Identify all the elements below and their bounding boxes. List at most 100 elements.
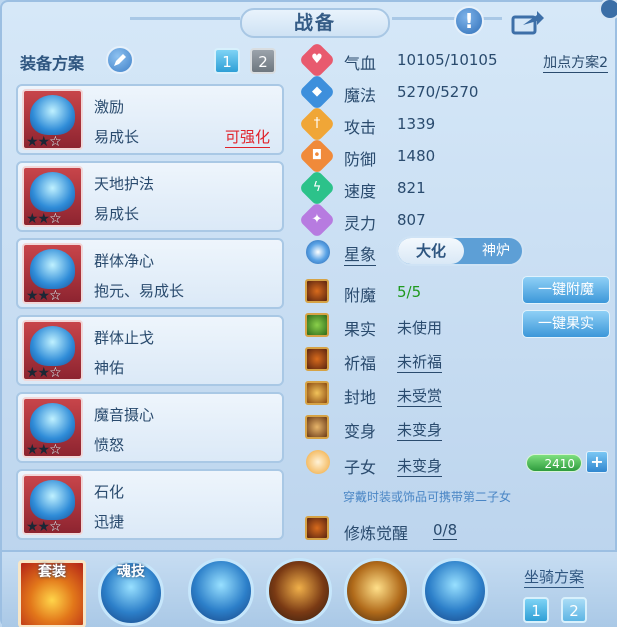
star-rating: ★★☆ — [26, 519, 62, 535]
feature-label: 附魔 — [344, 286, 377, 305]
stat-label: 灵力 — [344, 214, 377, 233]
page-title: 战备 — [240, 8, 390, 38]
toggle-option-dahua[interactable]: 大化 — [398, 238, 464, 264]
stat-value: 1339 — [397, 115, 436, 133]
feature-row-fief: 封地 未受赏 — [302, 378, 614, 412]
feature-row-bless: 祈福 未祈福 — [302, 344, 614, 378]
child-icon — [306, 450, 330, 474]
suit-button[interactable]: 套装 — [18, 560, 86, 627]
feature-label: 祈福 — [344, 354, 377, 373]
equip-list: ★★☆ 激励 易成长 可强化 ★★☆ 天地护法 易成长 ★★☆ 群体净心 抱元、… — [16, 84, 284, 546]
lightning-icon: ϟ — [298, 169, 336, 207]
equip-effect: 神佑 — [94, 359, 125, 377]
plus-icon[interactable]: + — [586, 451, 608, 473]
star-rating: ★★☆ — [26, 442, 62, 458]
star-rating: ★★☆ — [26, 134, 62, 150]
equip-card[interactable]: ★★☆ 魔音摄心 愤怒 — [16, 392, 284, 463]
skill-slot-1[interactable] — [188, 558, 254, 624]
star-sign-label[interactable]: 星象 — [344, 241, 377, 266]
stat-row-spirit: ✦ 灵力 807 — [298, 201, 612, 239]
feature-row-fruit: 果实 未使用 一键果实 — [302, 310, 614, 344]
equip-card[interactable]: ★★☆ 群体止戈 神佑 — [16, 315, 284, 386]
cultivate-value[interactable]: 0/8 — [433, 521, 458, 540]
heart-icon: ♥ — [298, 41, 336, 79]
feature-value[interactable]: 未变身 — [397, 419, 443, 441]
equip-scheme-2-button[interactable]: 2 — [250, 48, 276, 74]
feature-value: 未使用 — [397, 319, 443, 337]
stat-row-speed: ϟ 速度 821 — [298, 169, 612, 207]
feature-value: 5/5 — [397, 283, 422, 301]
battle-prep-panel: 战备 ! 装备方案 1 2 ★★☆ 激励 易成长 可强化 ★★☆ 天地护法 易成… — [0, 0, 617, 627]
feature-value[interactable]: 未变身 — [397, 455, 443, 477]
one-click-fruit-button[interactable]: 一键果实 — [522, 310, 610, 338]
star-rating: ★★☆ — [26, 288, 62, 304]
mana-icon: ◆ — [298, 73, 336, 111]
cultivate-icon — [305, 516, 329, 540]
feature-row-enchant: 附魔 5/5 一键附魔 — [302, 276, 614, 310]
mount-scheme-2-button[interactable]: 2 — [561, 597, 587, 623]
stat-label: 速度 — [344, 182, 377, 201]
feature-label: 子女 — [344, 458, 377, 477]
share-icon[interactable] — [510, 8, 546, 36]
child-points-bar: 2410 — [526, 454, 582, 472]
equip-card[interactable]: ★★☆ 石化 迅捷 — [16, 469, 284, 540]
stat-value: 807 — [397, 211, 426, 229]
star-sign-toggle[interactable]: 大化 神炉 — [396, 236, 524, 266]
title-ornament-left — [130, 17, 240, 20]
close-icon[interactable] — [599, 0, 617, 20]
equip-name: 魔音摄心 — [94, 406, 155, 424]
equip-name: 激励 — [94, 98, 125, 116]
spirit-icon: ✦ — [298, 201, 336, 239]
feature-label: 封地 — [344, 388, 377, 407]
stats-list: ♥ 气血 10105/10105 加点方案2 ◆ 魔法 5270/5270 † … — [298, 41, 612, 239]
cultivate-row: 修炼觉醒 0/8 — [302, 514, 614, 546]
add-point-scheme-link[interactable]: 加点方案2 — [543, 52, 608, 73]
equip-effect: 迅捷 — [94, 513, 125, 531]
star-rating: ★★☆ — [26, 365, 62, 381]
upgrade-link[interactable]: 可强化 — [224, 126, 270, 148]
info-icon[interactable]: ! — [454, 6, 484, 36]
feature-label: 变身 — [344, 422, 377, 441]
feature-value[interactable]: 未受赏 — [397, 385, 443, 407]
stat-label: 魔法 — [344, 86, 377, 105]
equip-name: 群体净心 — [94, 252, 155, 270]
skill-slot-3[interactable] — [344, 558, 410, 624]
soul-skill-button[interactable]: 魂技 — [98, 560, 164, 626]
edit-icon[interactable] — [106, 46, 134, 74]
fruit-icon — [305, 313, 329, 337]
feature-row-child: 子女 未变身 2410 + — [302, 446, 614, 482]
sword-icon: † — [298, 105, 336, 143]
toggle-option-shenlu[interactable]: 神炉 — [470, 238, 522, 264]
one-click-enchant-button[interactable]: 一键附魔 — [522, 276, 610, 304]
feature-value[interactable]: 未祈福 — [397, 351, 443, 373]
stat-label: 攻击 — [344, 118, 377, 137]
bless-icon — [305, 347, 329, 371]
skill-slot-4[interactable] — [422, 558, 488, 624]
feature-list: 附魔 5/5 一键附魔 果实 未使用 一键果实 祈福 未祈福 封地 未受赏 变身… — [302, 276, 614, 482]
title-ornament-right — [392, 17, 502, 20]
cultivate-label: 修炼觉醒 — [344, 524, 409, 543]
equip-card[interactable]: ★★☆ 天地护法 易成长 — [16, 161, 284, 232]
equip-scheme-label: 装备方案 — [20, 54, 85, 73]
child-hint: 穿戴时装或饰品可携带第二子女 — [343, 490, 512, 504]
star-rating: ★★☆ — [26, 211, 62, 227]
shield-icon: ◘ — [298, 137, 336, 175]
equip-card[interactable]: ★★☆ 激励 易成长 可强化 — [16, 84, 284, 155]
bottom-bar: 套装 魂技 坐骑方案 1 2 — [2, 550, 617, 627]
suit-label: 套装 — [38, 564, 66, 580]
stat-row-attack: † 攻击 1339 — [298, 105, 612, 143]
stat-row-mp: ◆ 魔法 5270/5270 — [298, 73, 612, 111]
stat-label: 气血 — [344, 54, 377, 73]
equip-scheme-1-button[interactable]: 1 — [214, 48, 240, 74]
feature-label: 果实 — [344, 320, 377, 339]
feature-row-transform: 变身 未变身 — [302, 412, 614, 446]
mount-scheme-1-button[interactable]: 1 — [523, 597, 549, 623]
equip-effect: 抱元、易成长 — [94, 282, 185, 300]
fief-icon — [305, 381, 329, 405]
equip-card[interactable]: ★★☆ 群体净心 抱元、易成长 — [16, 238, 284, 309]
enchant-icon — [305, 279, 329, 303]
skill-slot-2[interactable] — [266, 558, 332, 624]
equip-name: 群体止戈 — [94, 329, 155, 347]
stat-value: 821 — [397, 179, 426, 197]
stat-row-hp: ♥ 气血 10105/10105 加点方案2 — [298, 41, 612, 79]
